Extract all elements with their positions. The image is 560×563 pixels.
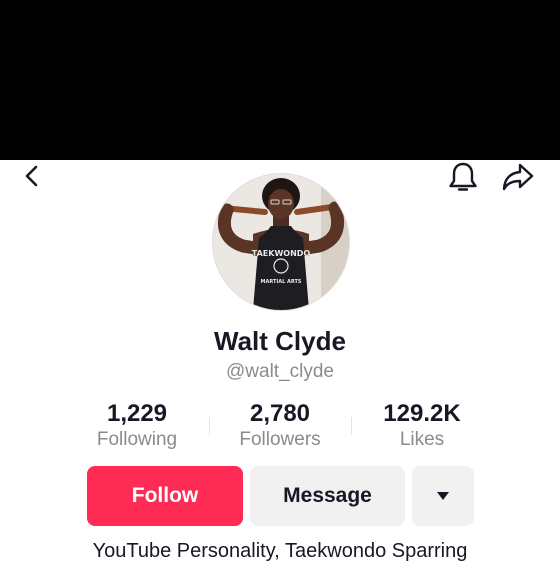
- avatar-shirt-subtext: MARTIAL ARTS: [260, 279, 301, 285]
- stat-following[interactable]: 1,229 Following: [67, 400, 207, 452]
- back-button[interactable]: [14, 158, 50, 194]
- follow-button[interactable]: Follow: [87, 466, 243, 526]
- share-arrow-icon: [502, 163, 534, 191]
- caret-down-icon: [437, 492, 449, 500]
- message-button[interactable]: Message: [250, 466, 405, 526]
- avatar-shirt-text: TAEKWONDO: [252, 249, 311, 258]
- stat-followers[interactable]: 2,780 Followers: [210, 400, 350, 452]
- share-button[interactable]: [498, 158, 538, 196]
- followers-count: 2,780: [249, 400, 311, 427]
- stat-likes[interactable]: 129.2K Likes: [352, 400, 492, 452]
- following-label: Following: [96, 429, 178, 450]
- bell-icon: [449, 162, 477, 191]
- followers-label: Followers: [239, 429, 321, 450]
- more-options-button[interactable]: [412, 466, 474, 526]
- username-handle: @walt_clyde: [226, 361, 334, 382]
- profile-avatar[interactable]: TAEKWONDO MARTIAL ARTS: [212, 173, 350, 311]
- following-count: 1,229: [106, 400, 168, 427]
- avatar-photo: TAEKWONDO MARTIAL ARTS: [213, 174, 349, 310]
- chevron-left-icon: [25, 165, 38, 187]
- display-name: Walt Clyde: [214, 326, 346, 356]
- top-black-band: [0, 0, 560, 160]
- likes-count: 129.2K: [383, 400, 461, 427]
- likes-label: Likes: [399, 429, 445, 450]
- notifications-button[interactable]: [444, 158, 482, 196]
